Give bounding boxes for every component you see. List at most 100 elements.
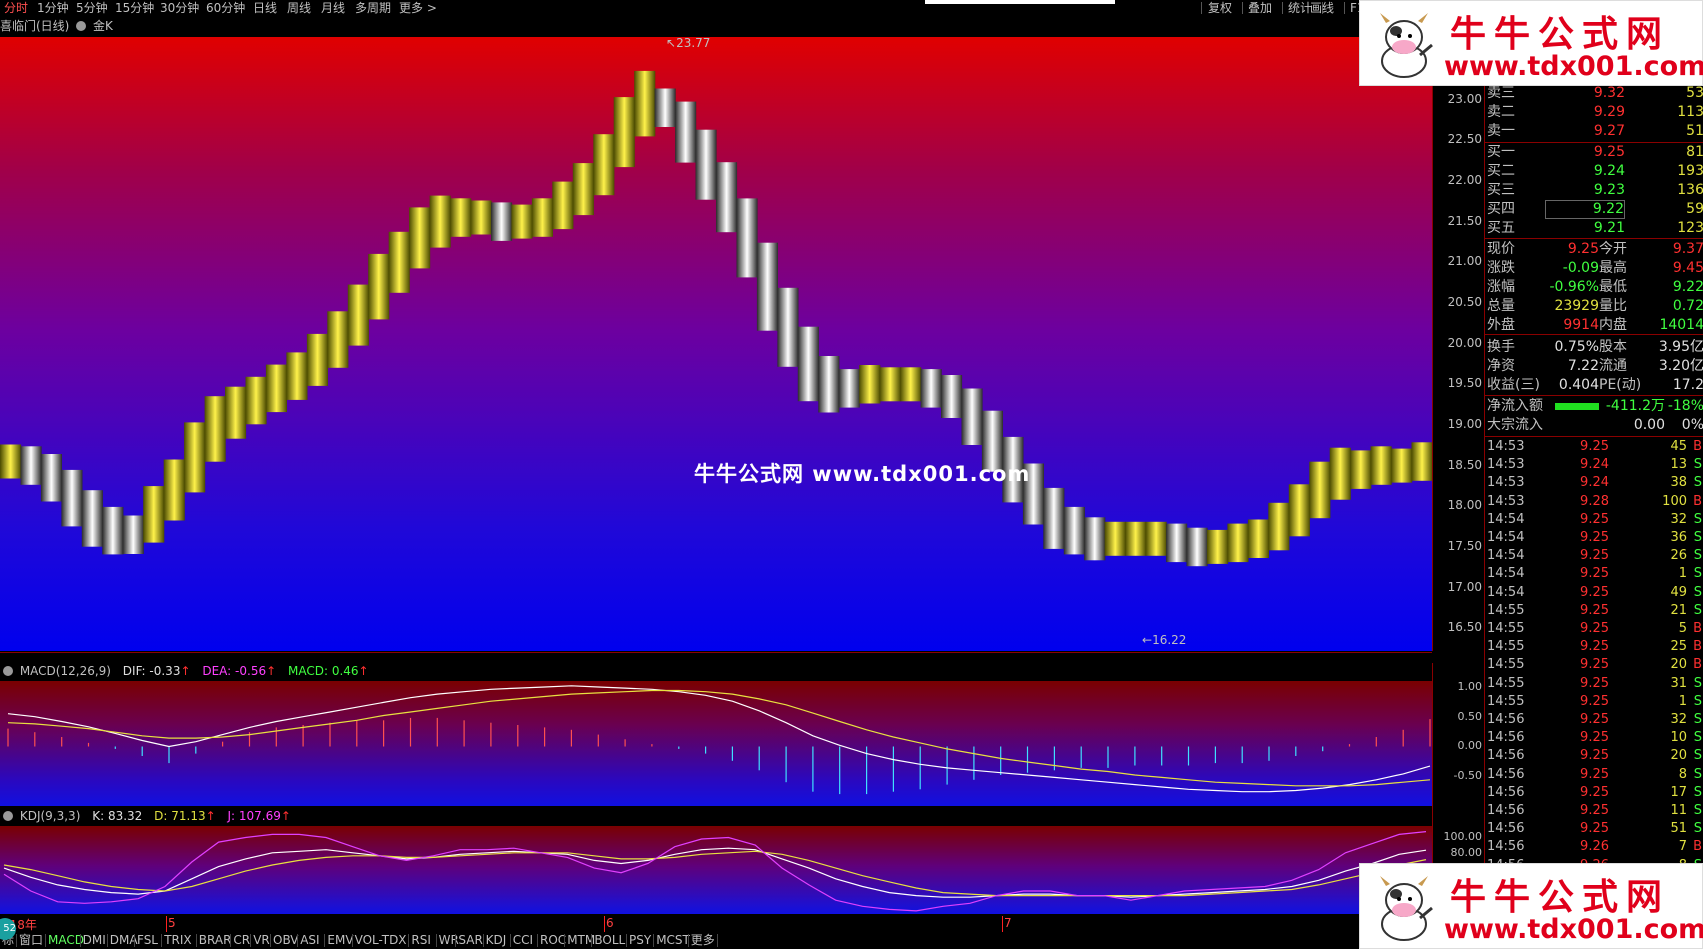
tab-rsi[interactable]: RSI — [411, 932, 431, 949]
tick-time: 14:55 — [1487, 675, 1525, 691]
status-badge: 52 — [0, 918, 16, 940]
tick-volume: 45 — [1670, 439, 1687, 454]
tab-divider — [250, 934, 252, 947]
tab-更多[interactable]: 更多 — [691, 932, 715, 949]
bid-row[interactable]: 买一 9.25 81 — [1485, 143, 1703, 162]
date-tick — [604, 916, 605, 932]
gold-k-candle — [1125, 521, 1147, 556]
tick-time: 14:54 — [1487, 566, 1525, 582]
level-price: 9.21 — [1593, 220, 1625, 236]
gold-k-candle — [552, 181, 574, 230]
tab-vol-tdx[interactable]: VOL-TDX — [355, 932, 407, 949]
tf-60min[interactable]: 60分钟 — [206, 0, 245, 16]
fuquan-button[interactable]: 复权 — [1208, 0, 1232, 16]
level-volume: 53 — [1686, 85, 1703, 101]
tick-row: 14:56 9.26 7 B — [1485, 838, 1703, 856]
gold-k-candle — [1207, 529, 1229, 564]
tf-more[interactable]: 更多 > — [399, 0, 437, 16]
tab-kdj[interactable]: KDJ — [486, 932, 507, 949]
tab-sar[interactable]: SAR — [458, 932, 482, 949]
draw-line-button[interactable]: 画线 — [1310, 0, 1334, 16]
tick-row: 14:54 9.25 1 S — [1485, 565, 1703, 583]
tf-5min[interactable]: 5分钟 — [76, 0, 108, 16]
overlay-button[interactable]: 叠加 — [1248, 0, 1272, 16]
bid-row[interactable]: 买四 9.22 59 — [1485, 200, 1703, 219]
price-axis-label: 19.00 — [1447, 416, 1482, 431]
tf-intraday[interactable]: 分时 — [4, 0, 28, 16]
tab-cr[interactable]: CR — [233, 932, 250, 949]
tf-15min[interactable]: 15分钟 — [115, 0, 154, 16]
tick-time: 14:55 — [1487, 693, 1525, 709]
tf-monthly[interactable]: 月线 — [321, 0, 345, 16]
ask-row[interactable]: 卖二 9.29 113 — [1485, 103, 1703, 122]
bid-row[interactable]: 买二 9.24 193 — [1485, 162, 1703, 181]
tab-emv[interactable]: EMV — [327, 932, 353, 949]
tab-divider — [324, 934, 326, 947]
bid-row[interactable]: 买三 9.23 136 — [1485, 181, 1703, 200]
level-label: 买一 — [1487, 144, 1515, 160]
tick-volume: 26 — [1670, 548, 1687, 564]
tab-mcst[interactable]: MCST — [656, 932, 690, 949]
bid-row[interactable]: 买五 9.21 123 — [1485, 219, 1703, 238]
ask-row[interactable]: 卖一 9.27 51 — [1485, 122, 1703, 141]
tab-divider — [270, 934, 271, 947]
level-price: 9.24 — [1593, 163, 1625, 179]
tick-price: 9.25 — [1580, 712, 1609, 727]
tf-weekly[interactable]: 周线 — [287, 0, 311, 16]
tab-trix[interactable]: TRIX — [164, 932, 191, 949]
gold-k-candle — [797, 326, 819, 402]
tf-multi[interactable]: 多周期 — [355, 0, 391, 16]
tick-side: S — [1693, 784, 1702, 800]
tab-brar[interactable]: BRAR — [199, 932, 232, 949]
tick-price: 9.25 — [1580, 621, 1609, 636]
macd-chart — [7, 685, 1431, 795]
tick-volume: 7 — [1678, 839, 1687, 855]
gold-k-candle — [593, 134, 615, 196]
flow-row: 净流入额 -411.2万 -18% — [1485, 397, 1703, 416]
tick-price: 9.25 — [1580, 584, 1609, 600]
price-axis-label: 20.00 — [1447, 335, 1482, 350]
tf-1min[interactable]: 1分钟 — [37, 0, 69, 16]
tab-divider — [16, 934, 17, 947]
stats-button[interactable]: 统计 — [1288, 0, 1312, 16]
gold-k-candle — [900, 367, 922, 402]
tick-volume: 51 — [1670, 821, 1687, 837]
gold-k-candle — [102, 506, 124, 555]
tab-asi[interactable]: ASI — [300, 932, 319, 949]
tab-psy[interactable]: PSY — [629, 932, 651, 949]
tab-roc[interactable]: ROC — [540, 932, 566, 949]
tick-side: B — [1693, 657, 1702, 673]
gold-k-candle — [695, 129, 717, 200]
tab-vr[interactable]: VR — [253, 932, 270, 949]
tick-time: 14:56 — [1487, 803, 1525, 818]
tick-side: B — [1693, 621, 1702, 636]
tick-volume: 100 — [1662, 493, 1687, 509]
indicator-toggle-icon[interactable] — [76, 21, 87, 31]
tick-side: S — [1693, 548, 1702, 564]
tab-cci[interactable]: CCI — [513, 932, 533, 949]
macd-toggle-icon[interactable] — [3, 666, 13, 676]
quote-value: 0.72 — [1672, 298, 1703, 314]
gold-k-candle — [1329, 447, 1351, 500]
tick-price: 9.25 — [1580, 511, 1609, 527]
tab-boll[interactable]: BOLL — [594, 932, 625, 949]
tick-volume: 11 — [1670, 803, 1687, 818]
level-volume: 136 — [1677, 182, 1703, 198]
tab-obv[interactable]: OBV — [273, 932, 299, 949]
quote-value: 17.2 — [1672, 377, 1703, 393]
tick-side: B — [1693, 639, 1702, 655]
tab-divider — [537, 934, 538, 947]
tf-30min[interactable]: 30分钟 — [160, 0, 199, 16]
tab-macd[interactable]: MACD — [48, 932, 84, 949]
kdj-toggle-icon[interactable] — [3, 811, 13, 821]
quote-row: 总量 23929 量比 0.72 — [1485, 297, 1703, 316]
gold-k-candle — [225, 386, 247, 439]
tab-dmi[interactable]: DMI — [83, 932, 106, 949]
tab-窗口[interactable]: 窗口 — [19, 932, 43, 949]
ask-row[interactable]: 卖三 9.32 53 — [1485, 84, 1703, 103]
level-price: 9.25 — [1593, 144, 1625, 160]
tab-fsl[interactable]: FSL — [137, 932, 158, 949]
tf-daily[interactable]: 日线 — [253, 0, 277, 16]
gold-k-candle — [40, 454, 62, 502]
tick-price: 9.25 — [1580, 602, 1609, 618]
